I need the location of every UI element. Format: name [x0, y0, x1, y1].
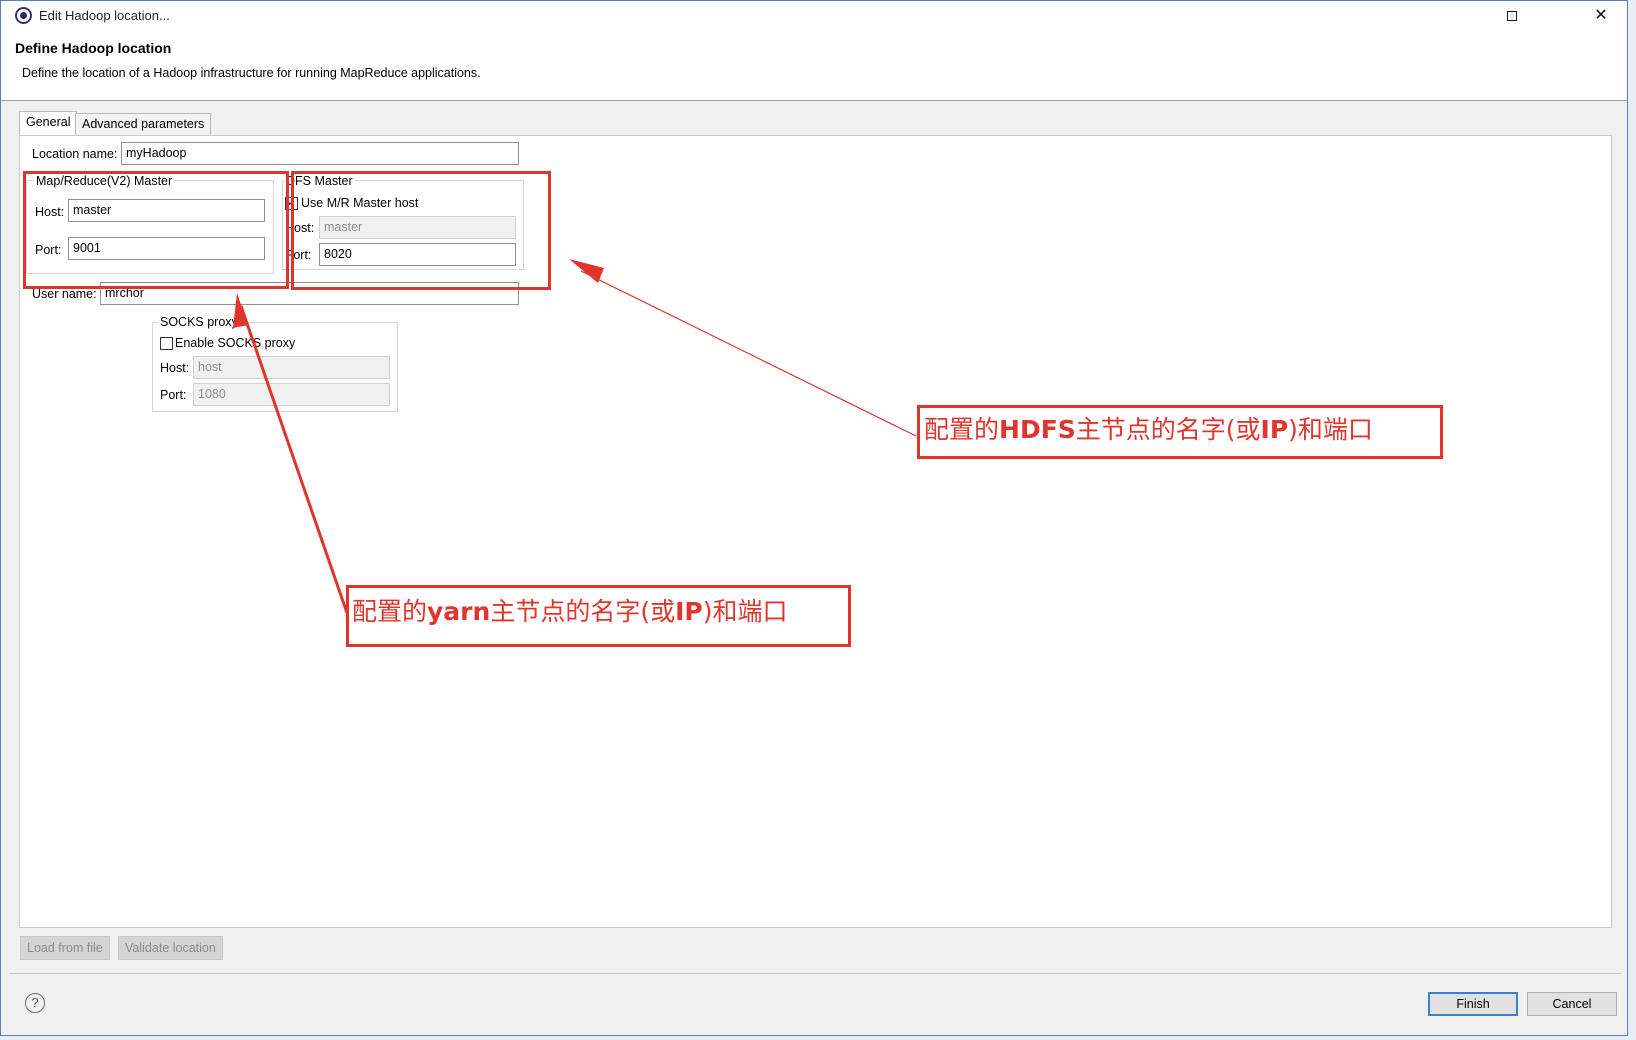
dialog-window: Edit Hadoop location... ✕ Define Hadoop … — [0, 0, 1628, 1036]
footer-divider — [9, 973, 1621, 974]
annotation-arrows — [233, 259, 917, 614]
yarn-annotation-arrow — [233, 293, 349, 614]
validate-location-button: Validate location — [118, 936, 223, 960]
hdfs-annotation-arrow — [569, 259, 917, 437]
finish-button[interactable]: Finish — [1428, 992, 1518, 1016]
yarn-annotation-text: 配置的yarn主节点的名字(或IP)和端口 — [352, 597, 788, 626]
cancel-button[interactable]: Cancel — [1527, 992, 1617, 1016]
load-from-file-button: Load from file — [20, 936, 110, 960]
hdfs-annotation-text: 配置的HDFS主节点的名字(或IP)和端口 — [924, 415, 1373, 444]
help-icon[interactable]: ? — [25, 993, 45, 1013]
